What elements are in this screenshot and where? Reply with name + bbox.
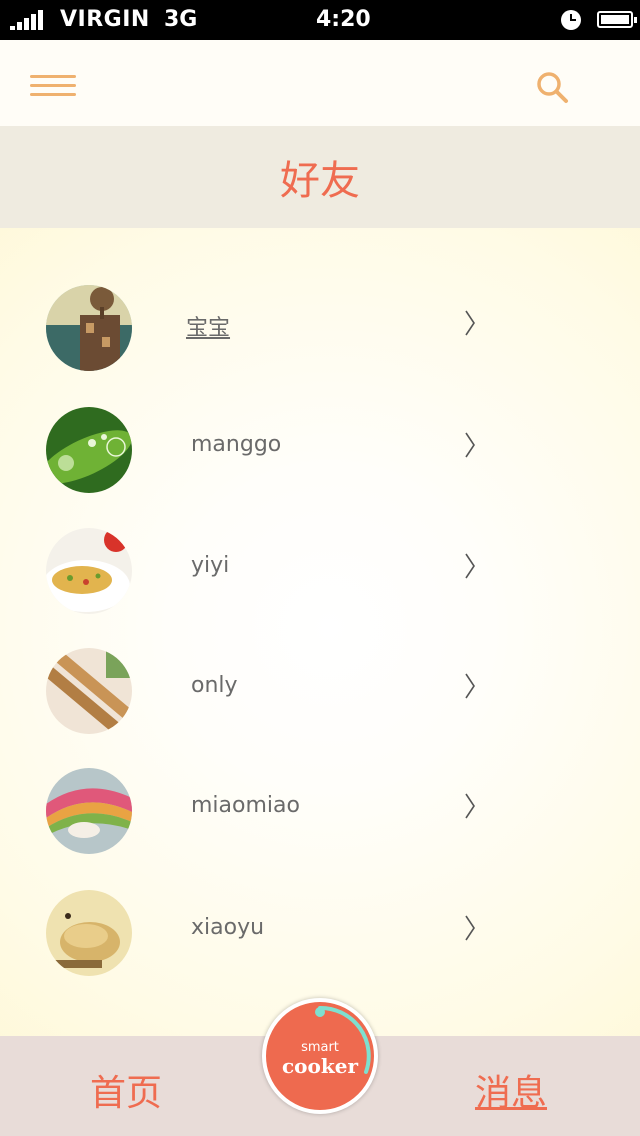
- avatar: [46, 648, 132, 734]
- signal-strength-icon: [10, 10, 50, 30]
- page-title: 好友: [280, 158, 360, 204]
- avatar: [46, 528, 132, 614]
- friend-name: miaomiao: [191, 793, 300, 818]
- cooker-label-big: cooker: [282, 1054, 358, 1078]
- cooker-label-small: smart: [301, 1040, 339, 1055]
- chevron-right-icon: [465, 673, 475, 699]
- tab-home[interactable]: 首页: [90, 1064, 162, 1116]
- friend-row[interactable]: yiyi: [0, 516, 640, 626]
- friend-list: 宝宝 manggo yiyi only miaomiao xiaoyu: [0, 228, 640, 1036]
- carrier-name: VIRGIN: [60, 7, 150, 32]
- chevron-right-icon: [465, 432, 475, 458]
- title-band: 好友: [0, 126, 640, 228]
- hamburger-menu-icon[interactable]: [30, 75, 76, 99]
- friend-name: manggo: [191, 432, 282, 457]
- avatar: [46, 285, 132, 371]
- chevron-right-icon: [465, 793, 475, 819]
- friend-name: 宝宝: [186, 316, 231, 341]
- friend-row[interactable]: manggo: [0, 395, 640, 505]
- smart-cooker-button[interactable]: smart cooker: [262, 998, 378, 1114]
- friend-row[interactable]: only: [0, 636, 640, 746]
- status-bar: VIRGIN 3G 4:20: [0, 0, 640, 40]
- app-header: [0, 40, 640, 126]
- battery-icon: [597, 11, 637, 28]
- friend-name: only: [191, 673, 238, 698]
- friend-name: yiyi: [191, 553, 230, 578]
- avatar: [46, 890, 132, 976]
- chevron-right-icon: [465, 310, 475, 336]
- avatar: [46, 768, 132, 854]
- network-type: 3G: [164, 7, 198, 32]
- chevron-right-icon: [465, 915, 475, 941]
- friend-row[interactable]: miaomiao: [0, 756, 640, 866]
- friend-row[interactable]: xiaoyu: [0, 878, 640, 988]
- chevron-right-icon: [465, 553, 475, 579]
- friend-name: xiaoyu: [191, 915, 265, 940]
- avatar: [46, 407, 132, 493]
- alarm-clock-icon: [561, 10, 581, 30]
- tab-messages[interactable]: 消息: [475, 1064, 547, 1116]
- friend-row[interactable]: 宝宝: [0, 273, 640, 383]
- status-time: 4:20: [316, 7, 371, 32]
- search-icon[interactable]: [535, 70, 571, 106]
